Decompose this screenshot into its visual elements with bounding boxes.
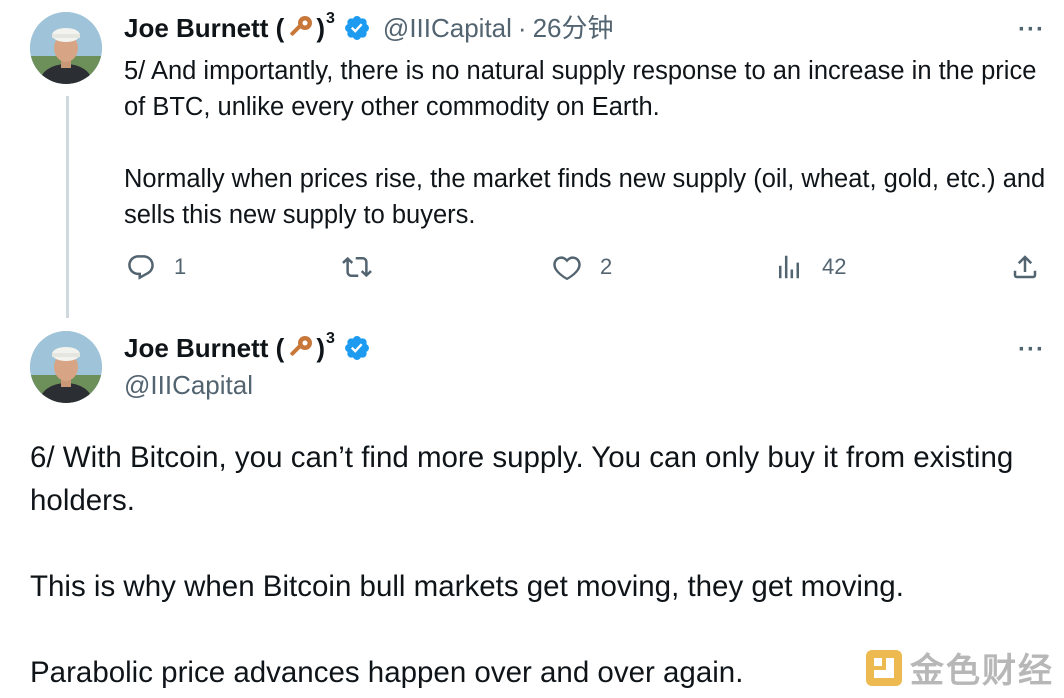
- author-superscript: 3: [326, 10, 335, 27]
- author-handle[interactable]: @IIICapital: [124, 368, 253, 402]
- reply-icon: [128, 255, 154, 280]
- like-button[interactable]: 2: [552, 252, 612, 282]
- watermark: 金色财经: [864, 643, 1054, 692]
- reply-button[interactable]: 1: [126, 252, 186, 282]
- share-button[interactable]: [1010, 252, 1040, 282]
- tweet-paragraph: Normally when prices rise, the market fi…: [124, 165, 1046, 229]
- tweet-paragraph: This is why when Bitcoin bull markets ge…: [30, 570, 904, 603]
- key-emoji-icon: [290, 16, 313, 36]
- more-options-button[interactable]: ···: [1018, 16, 1045, 44]
- tweet-paragraph: 6/ With Bitcoin, you can’t find more sup…: [30, 441, 1014, 517]
- tweet-paragraph: 5/ And importantly, there is no natural …: [124, 57, 1037, 121]
- author-name[interactable]: Joe Burnett (: [124, 12, 284, 44]
- views-button[interactable]: 42: [774, 252, 846, 282]
- reply-count: 1: [174, 254, 187, 279]
- separator-dot: ·: [517, 13, 527, 43]
- share-icon: [1013, 255, 1037, 279]
- tweet-header: Joe Burnett ( ) 3: [124, 330, 371, 364]
- author-name[interactable]: Joe Burnett (: [124, 332, 284, 364]
- watermark-logo-icon: [866, 649, 902, 686]
- tweet-action-bar: 1 2 42: [124, 252, 1044, 292]
- like-count: 2: [600, 254, 613, 279]
- verified-badge-icon: [344, 16, 369, 40]
- author-name-suffix: ): [316, 333, 326, 363]
- tweet-body: 5/ And importantly, there is no natural …: [124, 53, 1054, 233]
- thread-connector-line: [66, 96, 69, 318]
- author-avatar[interactable]: [30, 331, 102, 403]
- tweet-timestamp[interactable]: 26分钟: [533, 12, 614, 44]
- views-chart-icon: [779, 255, 799, 279]
- heart-icon: [553, 256, 581, 281]
- retweet-icon: [342, 256, 372, 278]
- author-superscript: 3: [326, 330, 335, 347]
- tweet-header: Joe Burnett ( ) 3 @IIICapital · 26分钟: [124, 10, 614, 44]
- views-count: 42: [822, 254, 847, 279]
- retweet-button[interactable]: [342, 252, 372, 282]
- verified-badge-icon: [344, 336, 369, 360]
- more-options-button[interactable]: ···: [1018, 336, 1045, 364]
- author-handle[interactable]: @IIICapital: [383, 12, 512, 44]
- key-emoji-icon: [290, 336, 313, 356]
- author-name-suffix: ): [316, 13, 326, 43]
- watermark-text: 金色财经: [910, 652, 1054, 690]
- author-avatar[interactable]: [30, 12, 102, 84]
